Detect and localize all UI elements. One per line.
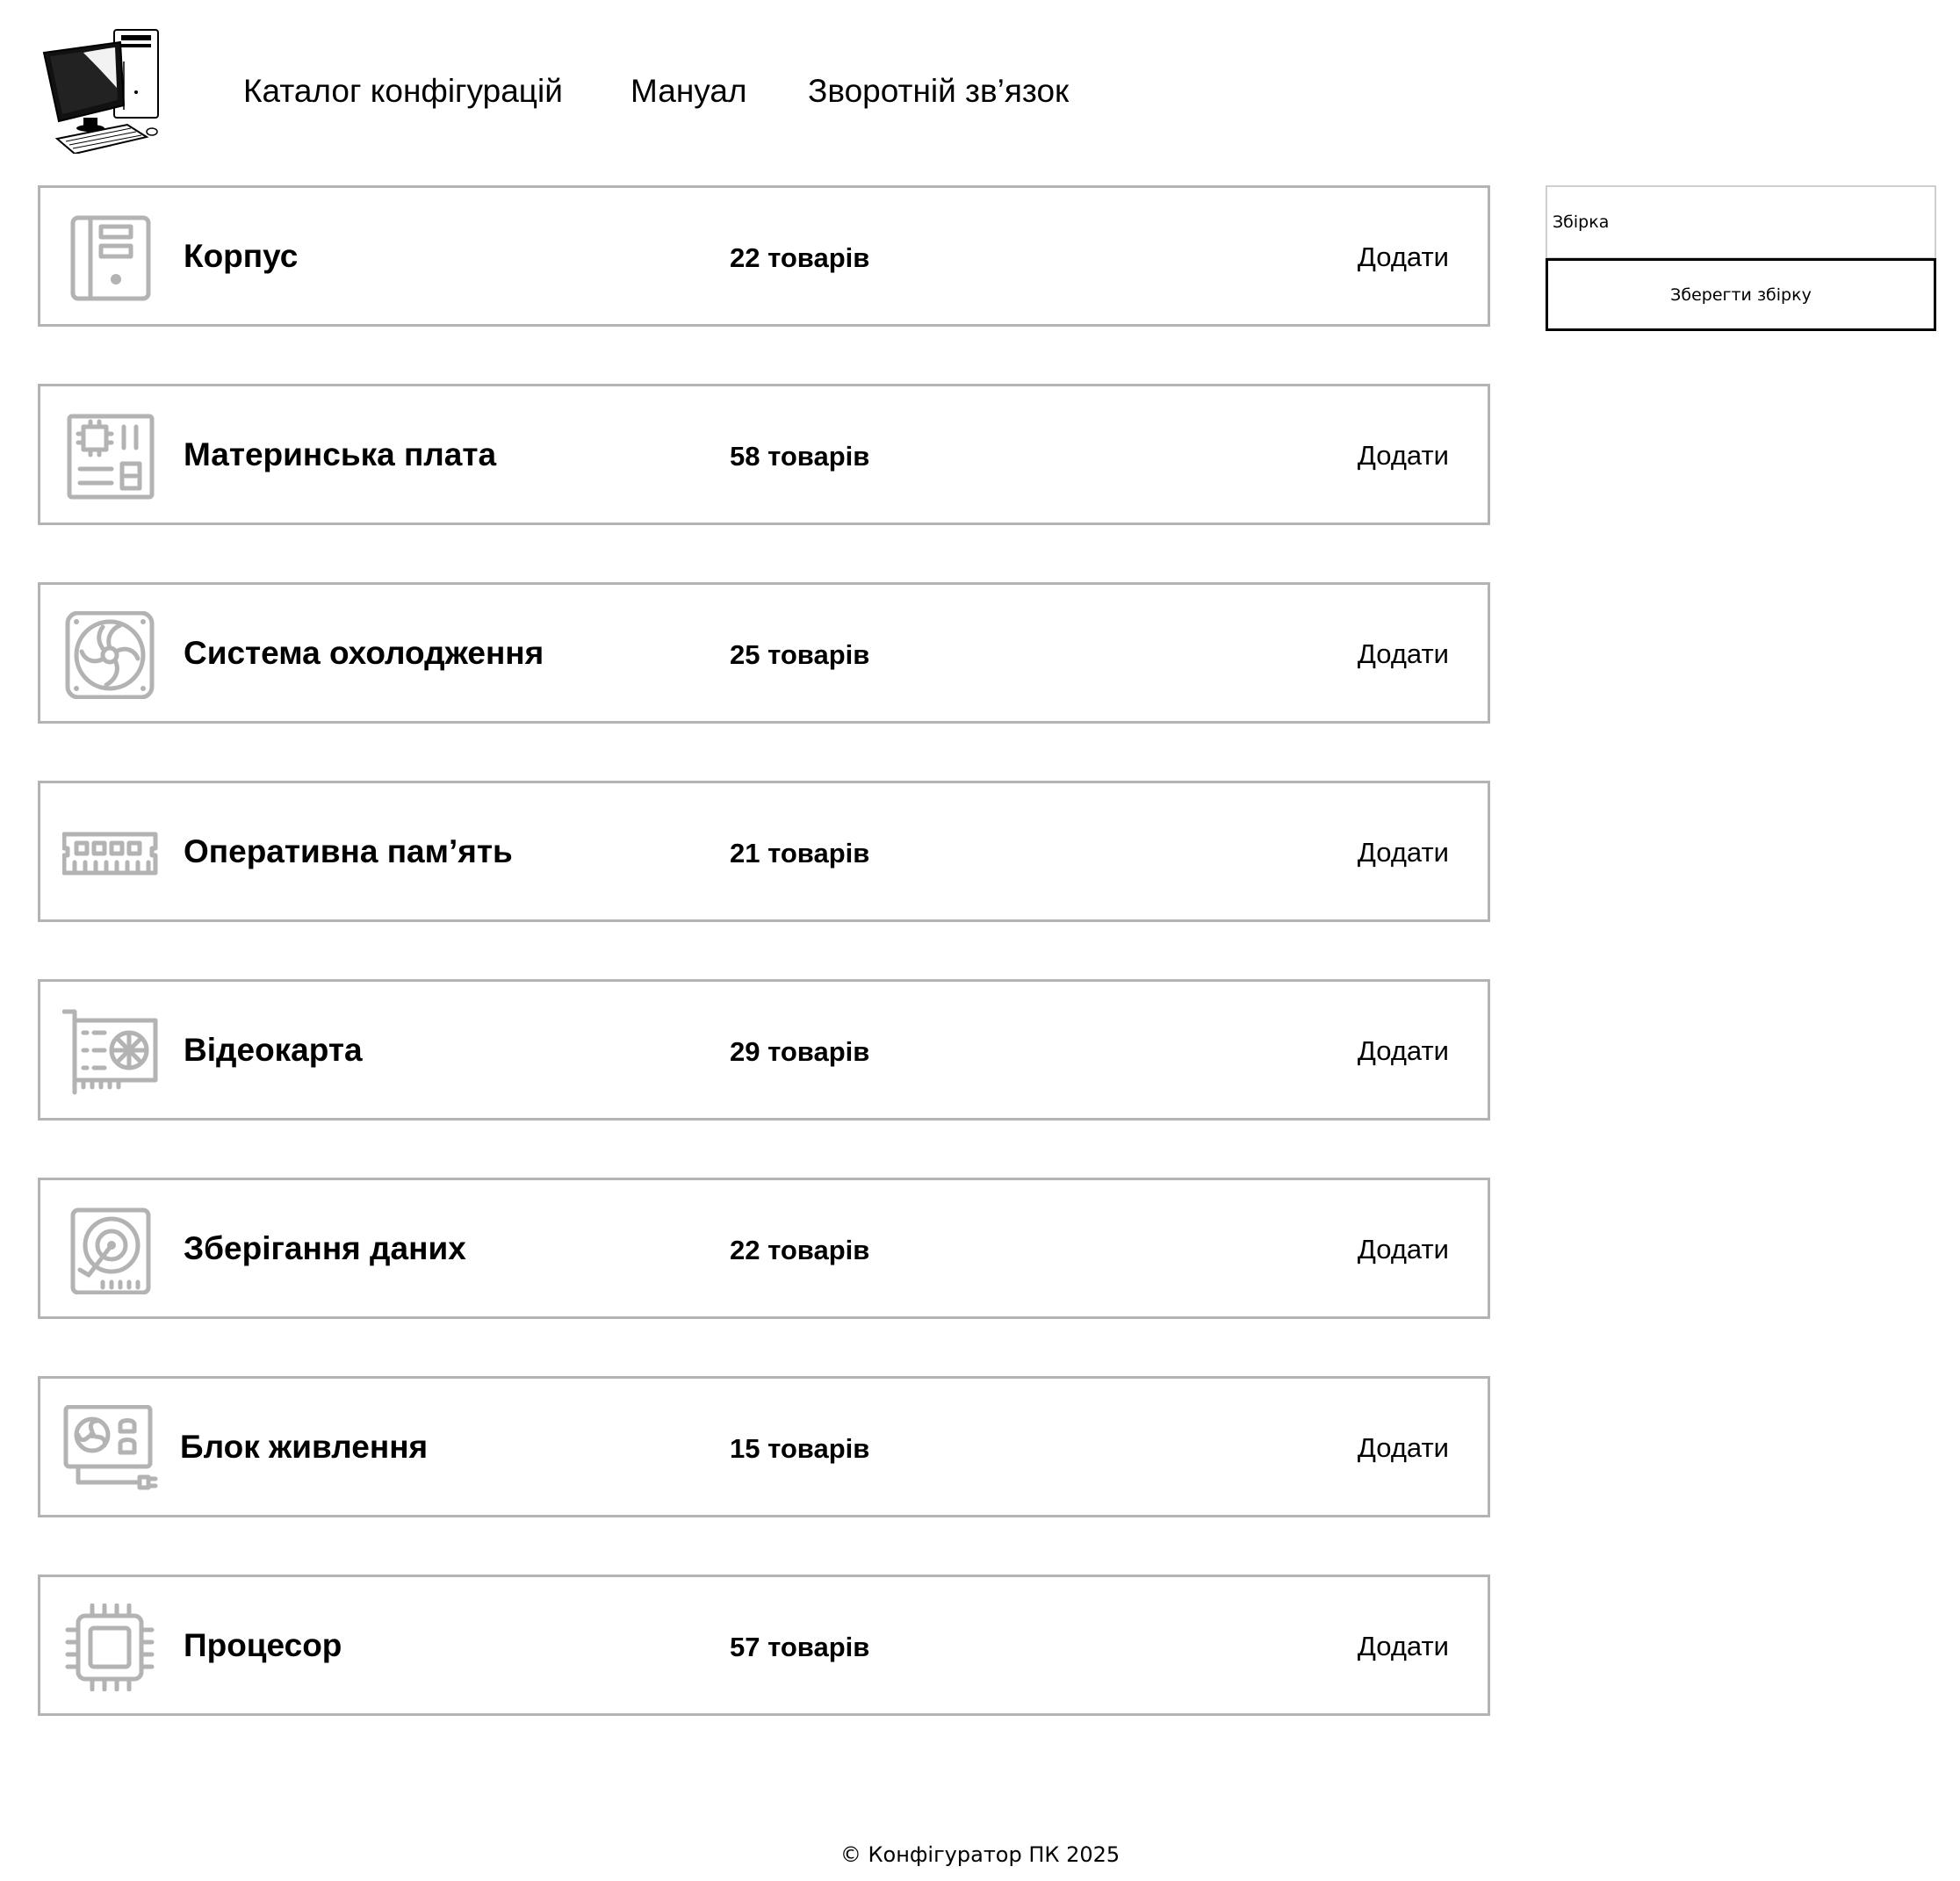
- category-card-cooling: Система охолодження 25 товарів Додати: [38, 582, 1490, 724]
- category-count: 22 товарів: [730, 242, 870, 273]
- category-title: Зберігання даних: [184, 1230, 466, 1266]
- category-title: Система охолодження: [184, 635, 544, 671]
- category-card-storage: Зберігання даних 22 товарів Додати: [38, 1178, 1490, 1319]
- category-count: 29 товарів: [730, 1036, 870, 1067]
- build-panel: Зберегти збірку: [1546, 185, 1936, 331]
- category-count: 58 товарів: [730, 441, 870, 472]
- category-count: 22 товарів: [730, 1235, 870, 1265]
- footer: © Конфігуратор ПК 2025: [0, 1841, 1960, 1868]
- nav-catalog-link[interactable]: Каталог конфігурацій: [243, 72, 563, 111]
- pc-case-icon: [62, 214, 159, 302]
- cooling-fan-icon: [62, 611, 159, 699]
- category-card-case: Корпус 22 товарів Додати: [38, 185, 1490, 327]
- category-title: Материнська плата: [184, 436, 497, 472]
- add-storage-button[interactable]: Додати: [1358, 1233, 1449, 1266]
- add-gpu-button[interactable]: Додати: [1358, 1034, 1449, 1068]
- add-cooling-button[interactable]: Додати: [1358, 638, 1449, 671]
- add-ram-button[interactable]: Додати: [1358, 836, 1449, 869]
- ram-icon: [62, 810, 159, 897]
- category-card-psu: Блок живлення 15 товарів Додати: [38, 1376, 1490, 1517]
- nav-feedback-link[interactable]: Зворотній зв’язок: [808, 72, 1069, 111]
- category-card-cpu: Процесор 57 товарів Додати: [38, 1575, 1490, 1716]
- category-title: Процесор: [184, 1627, 342, 1663]
- add-cpu-button[interactable]: Додати: [1358, 1630, 1449, 1663]
- copyright-text: © Конфігуратор ПК 2025: [839, 1842, 1121, 1867]
- category-count: 21 товарів: [730, 838, 870, 868]
- category-card-ram: Оперативна пам’ять 21 товарів Додати: [38, 781, 1490, 922]
- add-case-button[interactable]: Додати: [1358, 241, 1449, 274]
- save-build-button[interactable]: Зберегти збірку: [1546, 258, 1936, 331]
- add-motherboard-button[interactable]: Додати: [1358, 439, 1449, 472]
- category-card-motherboard: Материнська плата 58 товарів Додати: [38, 384, 1490, 525]
- power-supply-icon: [62, 1405, 159, 1493]
- header: Каталог конфігурацій Мануал Зворотній зв…: [0, 0, 1960, 167]
- category-title: Блок живлення: [180, 1429, 429, 1465]
- gpu-icon: [62, 1008, 159, 1096]
- cpu-icon: [62, 1604, 159, 1691]
- hard-drive-icon: [62, 1207, 159, 1294]
- category-title: Корпус: [184, 238, 299, 274]
- category-title: Оперативна пам’ять: [184, 833, 513, 869]
- motherboard-icon: [62, 413, 159, 501]
- category-title: Відеокарта: [184, 1032, 363, 1068]
- desktop-computer-logo[interactable]: [40, 26, 167, 155]
- category-count: 15 товарів: [730, 1433, 870, 1464]
- build-name-input[interactable]: [1546, 185, 1936, 258]
- nav-manual-link[interactable]: Мануал: [631, 72, 747, 111]
- add-psu-button[interactable]: Додати: [1358, 1431, 1449, 1465]
- category-count: 57 товарів: [730, 1632, 870, 1662]
- category-card-gpu: Відеокарта 29 товарів Додати: [38, 979, 1490, 1121]
- category-count: 25 товарів: [730, 639, 870, 670]
